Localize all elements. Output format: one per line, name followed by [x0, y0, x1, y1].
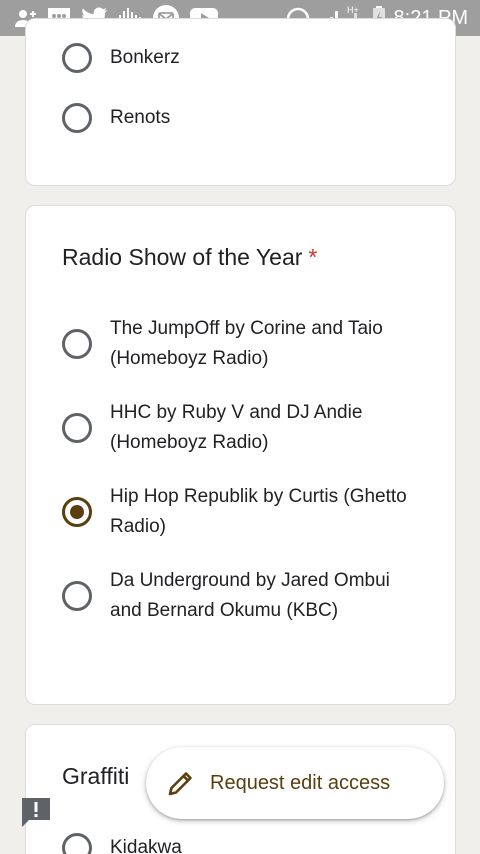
option-label: Renots [110, 107, 171, 128]
option-label: Bonkerz [110, 47, 180, 68]
network-type-label: H+ [347, 5, 359, 15]
option-label: The JumpOff by Corine and Taio (Homeboyz… [110, 318, 383, 369]
question-title: Graffiti [62, 763, 129, 790]
request-edit-access-label: Request edit access [210, 771, 391, 794]
radio-button-selected[interactable] [62, 497, 92, 527]
required-marker: * [308, 244, 318, 270]
option-label: HHC by Ruby V and DJ Andie (Homeboyz Rad… [110, 402, 363, 453]
radio-button[interactable] [62, 413, 92, 443]
option-jumpoff[interactable]: The JumpOff by Corine and Taio (Homeboyz… [62, 314, 410, 374]
option-renots[interactable]: Renots [62, 103, 410, 133]
radio-show-question-card: Radio Show of the Year * The JumpOff by C… [25, 205, 456, 705]
option-hip-hop-republik[interactable]: Hip Hop Republik by Curtis (Ghetto Radio… [62, 482, 410, 542]
radio-button[interactable] [62, 833, 92, 854]
question-title: Radio Show of the Year * [62, 244, 317, 271]
feedback-icon[interactable] [21, 797, 51, 829]
option-da-underground[interactable]: Da Underground by Jared Ombui and Bernar… [62, 566, 410, 626]
option-bonkerz[interactable]: Bonkerz [62, 43, 410, 73]
option-label: Kidakwa [110, 837, 182, 854]
option-hhc[interactable]: HHC by Ruby V and DJ Andie (Homeboyz Rad… [62, 398, 410, 458]
previous-question-card: Bonkerz Renots [25, 18, 456, 186]
pencil-icon [168, 772, 192, 796]
radio-button[interactable] [62, 43, 92, 73]
request-edit-access-button[interactable]: Request edit access [146, 747, 444, 819]
question-title-text: Graffiti [62, 763, 130, 789]
option-kidakwa[interactable]: Kidakwa [62, 833, 410, 854]
radio-button[interactable] [62, 329, 92, 359]
radio-button[interactable] [62, 581, 92, 611]
option-label: Da Underground by Jared Ombui and Bernar… [110, 570, 390, 621]
option-label: Hip Hop Republik by Curtis (Ghetto Radio… [110, 486, 407, 537]
radio-button[interactable] [62, 103, 92, 133]
question-title-text: Radio Show of the Year [62, 244, 303, 270]
